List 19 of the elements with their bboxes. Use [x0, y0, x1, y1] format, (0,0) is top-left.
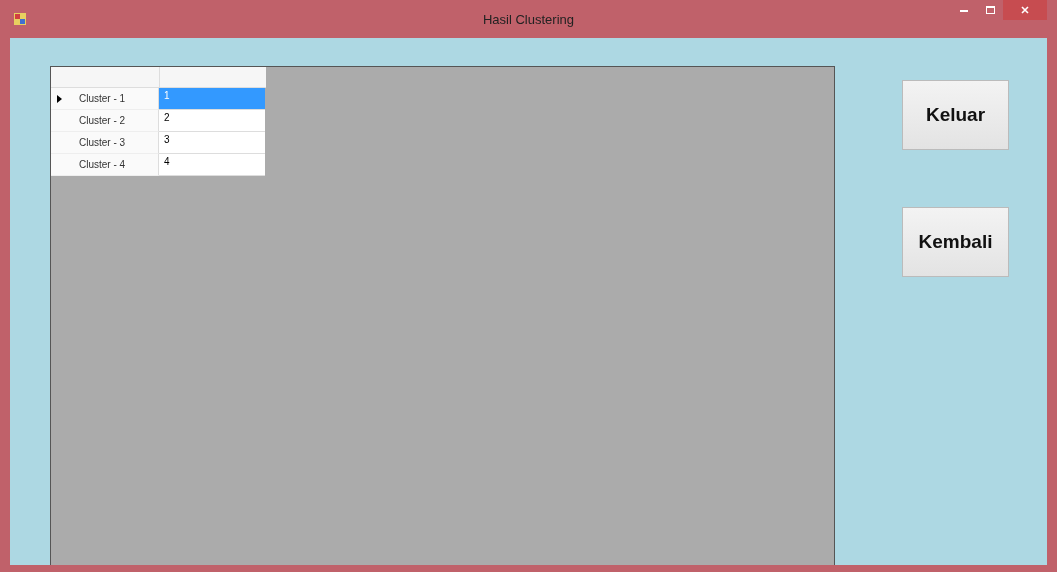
row-label: Cluster - 4 — [79, 159, 126, 170]
row-header[interactable]: Cluster - 2 — [51, 110, 159, 132]
close-icon — [1021, 6, 1029, 14]
table-cell[interactable]: 4 — [159, 154, 265, 176]
table-cell[interactable]: 2 — [159, 110, 265, 132]
action-button[interactable]: Kembali — [902, 207, 1009, 277]
maximize-icon — [985, 6, 995, 14]
row-header[interactable]: Cluster - 4 — [51, 154, 159, 176]
app-icon — [14, 13, 26, 25]
row-label: Cluster - 3 — [79, 137, 126, 148]
close-button[interactable] — [1003, 0, 1047, 20]
minimize-icon — [960, 8, 968, 12]
window-title: Hasil Clustering — [481, 11, 575, 27]
row-label: Cluster - 2 — [79, 115, 126, 126]
table-cell[interactable]: 3 — [159, 132, 265, 154]
row-header[interactable]: Cluster - 3 — [51, 132, 159, 154]
action-button[interactable]: Keluar — [902, 80, 1009, 150]
row-header[interactable]: Cluster - 1 — [51, 88, 159, 110]
row-label: Cluster - 1 — [79, 93, 126, 104]
